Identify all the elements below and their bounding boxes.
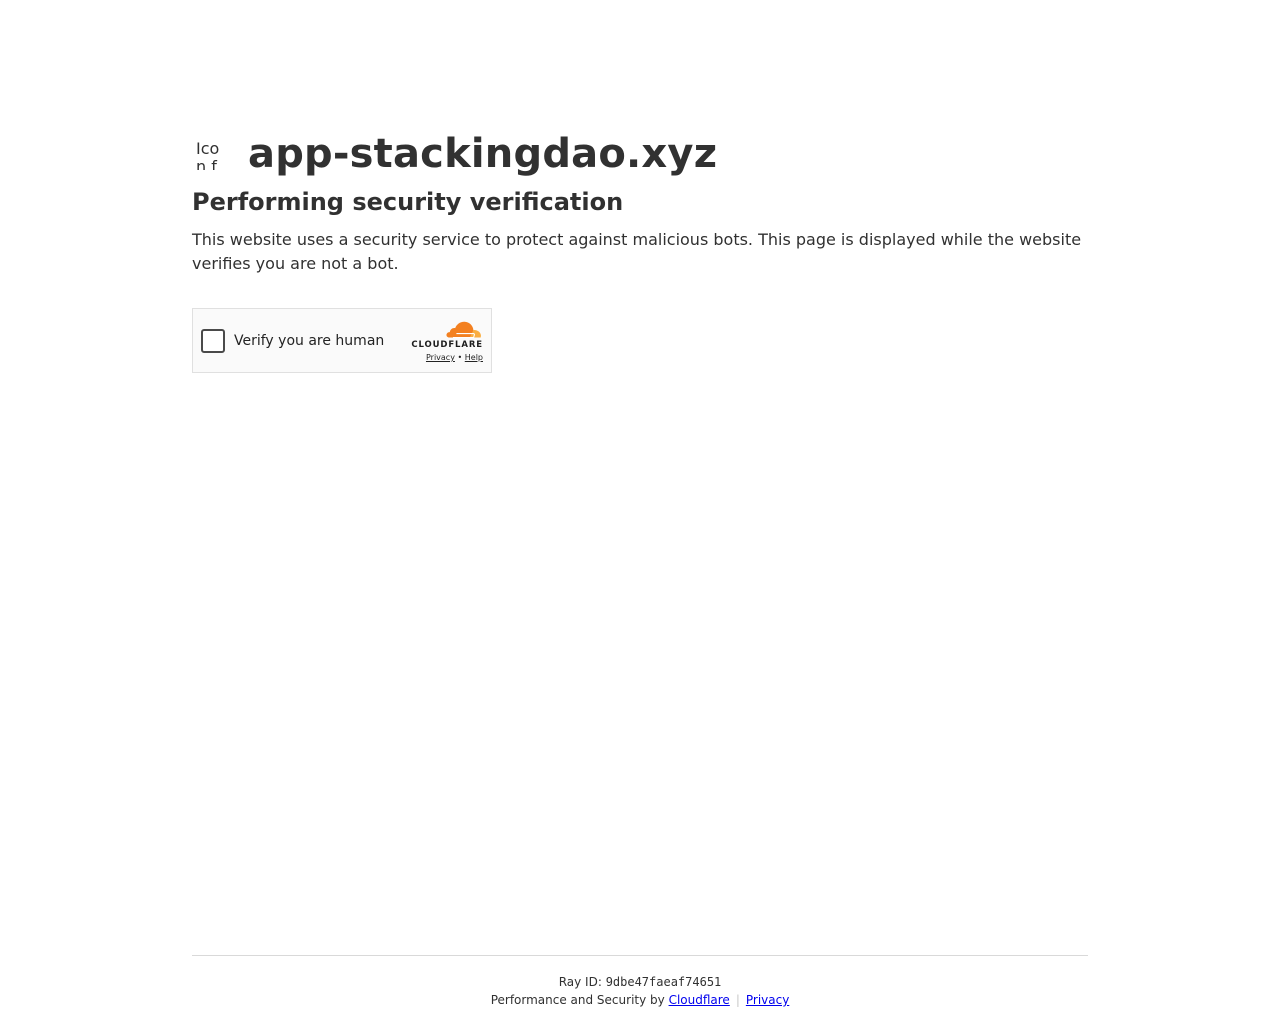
ray-id-label: Ray ID: (558, 975, 606, 989)
site-header: Icon for app-stackingdao.xyz app-stackin… (192, 128, 1088, 180)
widget-help-link[interactable]: Help (465, 353, 483, 362)
footer-separator: | (735, 993, 740, 1007)
main-content: Icon for app-stackingdao.xyz app-stackin… (192, 128, 1088, 373)
verify-checkbox[interactable] (201, 328, 225, 353)
cloudflare-brand: CLOUDFLARE Privacy • Help (407, 320, 483, 364)
performance-text: Performance and Security by (490, 993, 669, 1007)
page-heading: Performing security verification (192, 188, 624, 216)
cloudflare-cloud-icon (446, 321, 481, 339)
widget-privacy-link[interactable]: Privacy (426, 353, 455, 362)
site-name: app-stackingdao.xyz (248, 131, 718, 177)
cloudflare-link[interactable]: Cloudflare (669, 993, 730, 1007)
footer-privacy-link[interactable]: Privacy (746, 993, 789, 1007)
performance-line: Performance and Security by Cloudflare | P… (192, 993, 1088, 1007)
page-description: This website uses a security service to … (192, 230, 1082, 273)
ray-id-line: Ray ID: 9dbe47faeaf74651 (192, 975, 1088, 989)
ray-id-value: 9dbe47faeaf74651 (605, 975, 722, 989)
widget-links-bullet: • (457, 353, 463, 362)
widget-links: Privacy • Help (407, 352, 483, 364)
footer: Ray ID: 9dbe47faeaf74651 Performance and… (192, 955, 1088, 1007)
cloudflare-wordmark: CLOUDFLARE (411, 340, 483, 350)
turnstile-widget: Verify you are human CLOUDFLARE Privacy … (192, 308, 492, 373)
verify-label[interactable]: Verify you are human (234, 333, 384, 349)
site-favicon-icon: Icon for app-stackingdao.xyz (196, 139, 220, 171)
challenge-page: Icon for app-stackingdao.xyz app-stackin… (0, 0, 1280, 1024)
